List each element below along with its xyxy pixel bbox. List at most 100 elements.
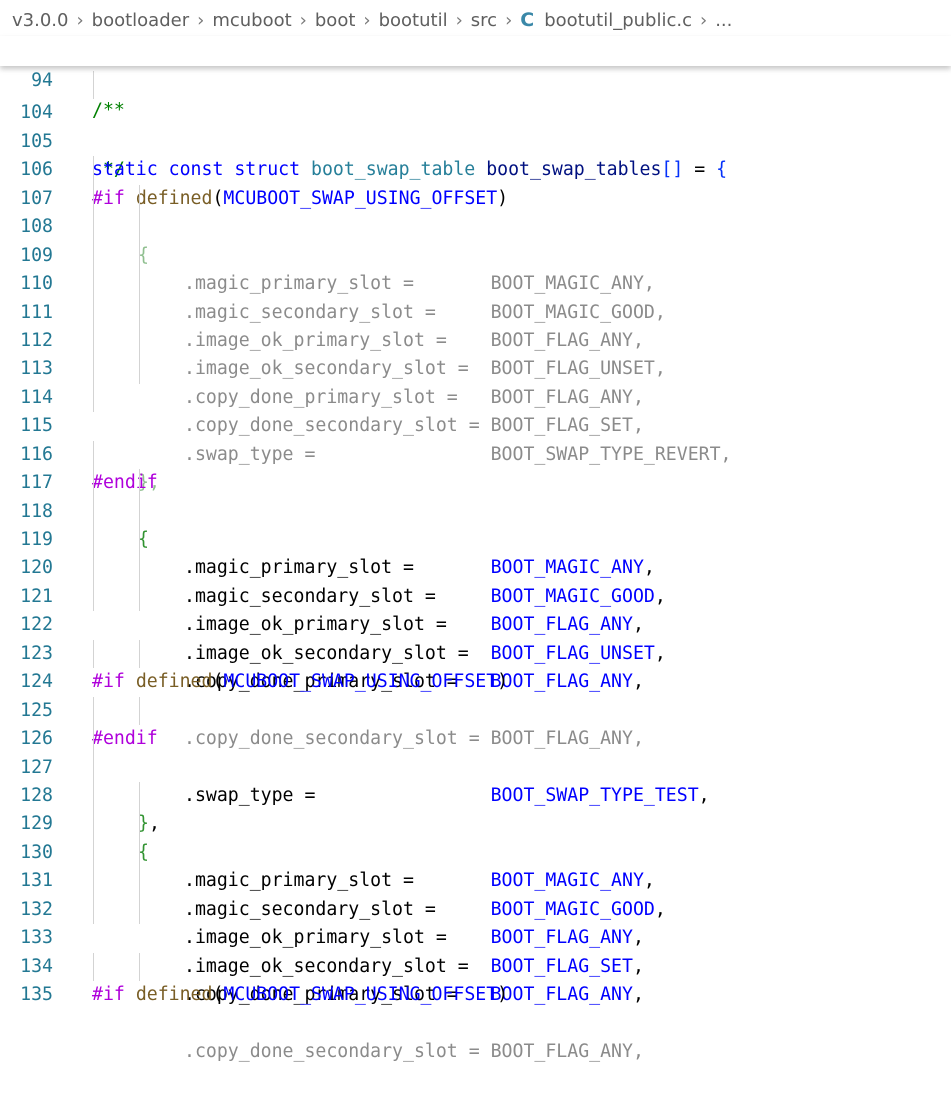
chevron-right-icon: › xyxy=(455,9,463,31)
inactive-code: .copy_done_secondary_slot = BOOT_FLAG_AN… xyxy=(184,1040,644,1062)
indent-guide xyxy=(139,184,140,214)
indent-guide xyxy=(93,838,94,868)
preprocessor: #if xyxy=(92,984,125,1006)
function: defined xyxy=(135,984,213,1006)
macro: BOOT_FLAG_ANY xyxy=(490,984,633,1006)
indent-guide xyxy=(139,867,140,896)
code-line: 126 .swap_type = BOOT_SWAP_TYPE_TEST, xyxy=(0,696,951,806)
indent-guide xyxy=(139,469,140,498)
indent-guide xyxy=(93,696,94,726)
indent-guide xyxy=(139,639,140,669)
code-line: 124 .copy_done_secondary_slot = BOOT_FLA… xyxy=(0,639,951,749)
code-line: 128 { xyxy=(0,753,951,863)
line-number: 94 xyxy=(31,70,53,91)
indent-guide xyxy=(139,554,140,583)
indent-guide xyxy=(93,469,94,498)
code-line: 111 .image_ok_secondary_slot = BOOT_FLAG… xyxy=(0,270,951,379)
indent-guide xyxy=(93,781,94,811)
code-line: 105 static const struct boot_swap_table … xyxy=(0,99,951,180)
code-line: 125 #endif xyxy=(0,668,951,749)
indent-guide xyxy=(139,298,140,327)
indent-guide xyxy=(93,895,94,925)
chevron-right-icon: › xyxy=(699,9,708,31)
indent-guide xyxy=(139,326,140,356)
indent-guide xyxy=(139,696,140,726)
code-line: 116 #endif xyxy=(0,412,951,493)
code-line: 106 #if defined(MCUBOOT_SWAP_USING_OFFSE… xyxy=(0,128,951,208)
code-line: 104 */ xyxy=(0,71,951,180)
indent-guide xyxy=(93,440,94,470)
indent-guide xyxy=(139,241,140,271)
breadcrumb-item-file[interactable]: bootutil_public.c xyxy=(544,10,692,31)
indent-guide xyxy=(139,838,140,868)
code-line: 133 .copy_done_primary_slot = BOOT_FLAG_… xyxy=(0,895,951,1005)
code-line: 120 .image_ok_primary_slot = BOOT_FLAG_A… xyxy=(0,526,951,635)
code-line: 119 .magic_secondary_slot = BOOT_MAGIC_G… xyxy=(0,497,951,607)
breadcrumb-item-boot[interactable]: boot xyxy=(315,10,356,31)
indent-guide xyxy=(93,639,94,669)
breadcrumb-item-bootloader[interactable]: bootloader xyxy=(92,10,189,31)
macro: MCUBOOT_SWAP_USING_OFFSET xyxy=(223,984,498,1006)
code-line: 112 .copy_done_primary_slot = BOOT_FLAG_… xyxy=(0,298,951,408)
breadcrumb-item-bootutil[interactable]: bootutil xyxy=(379,10,448,31)
indent-guide xyxy=(93,810,94,839)
comma: , xyxy=(632,984,644,1006)
code-line: 121 .image_ok_secondary_slot = BOOT_FLAG… xyxy=(0,554,951,664)
code-line: 131 .image_ok_primary_slot = BOOT_FLAG_A… xyxy=(0,838,951,948)
indent-guide xyxy=(93,582,94,612)
code-line: 127 }, xyxy=(0,725,951,834)
chevron-right-icon: › xyxy=(76,9,84,31)
breadcrumb-item-version[interactable]: v3.0.0 xyxy=(12,10,68,31)
breadcrumb-item-src[interactable]: src xyxy=(471,10,497,31)
indent-guide xyxy=(93,184,94,214)
code-line: 115 }, xyxy=(0,383,951,493)
code-line: 113 .copy_done_secondary_slot = BOOT_FLA… xyxy=(0,326,951,436)
indent-guide xyxy=(93,270,94,299)
indent-guide xyxy=(139,270,140,299)
indent-guide xyxy=(93,383,94,413)
code-line: 118 .magic_primary_slot = BOOT_MAGIC_ANY… xyxy=(0,469,951,578)
code-line: 109 .magic_secondary_slot = BOOT_MAGIC_G… xyxy=(0,213,951,323)
code-line: 117 { xyxy=(0,440,951,550)
indent-guide xyxy=(93,725,94,754)
chevron-right-icon: › xyxy=(299,9,307,31)
breadcrumb: v3.0.0 › bootloader › mcuboot › boot › b… xyxy=(0,0,951,40)
indent-guide xyxy=(139,355,140,384)
indent-guide xyxy=(93,241,94,271)
indent-guide xyxy=(93,156,94,185)
code-line: 114 .swap_type = BOOT_SWAP_TYPE_REVERT, xyxy=(0,355,951,465)
sticky-scroll-header[interactable]: 94 /** xyxy=(0,36,951,121)
breadcrumb-ellipsis[interactable]: ... xyxy=(715,10,732,31)
indent-guide xyxy=(93,355,94,384)
indent-guide xyxy=(139,497,140,526)
indent-guide xyxy=(139,781,140,811)
indent-guide xyxy=(139,810,140,839)
sticky-code-line: /** xyxy=(92,100,125,121)
chevron-right-icon: › xyxy=(363,9,371,31)
indent-guide xyxy=(93,554,94,583)
line-number: 135 xyxy=(20,984,53,1006)
code-line: 130 .magic_secondary_slot = BOOT_MAGIC_G… xyxy=(0,810,951,920)
code-line: 132 .image_ok_secondary_slot = BOOT_FLAG… xyxy=(0,867,951,977)
code-line: 110 .image_ok_primary_slot = BOOT_FLAG_A… xyxy=(0,241,951,351)
indent-guide xyxy=(139,582,140,612)
code-line: 129 .magic_primary_slot = BOOT_MAGIC_ANY… xyxy=(0,781,951,891)
indent-guide xyxy=(93,526,94,555)
breadcrumb-item-mcuboot[interactable]: mcuboot xyxy=(212,10,291,31)
chevron-right-icon: › xyxy=(197,9,205,31)
indent-guide xyxy=(93,298,94,327)
indent-guide xyxy=(93,213,94,242)
code-line: 135 .copy_done_secondary_slot = BOOT_FLA… xyxy=(0,952,951,1062)
indent-guide xyxy=(139,952,140,981)
indent-guide xyxy=(93,952,94,981)
code-line: 122 .copy_done_primary_slot = BOOT_FLAG_… xyxy=(0,582,951,692)
indent-guide xyxy=(93,326,94,356)
indent-guide xyxy=(139,895,140,925)
code-line: 107 { xyxy=(0,156,951,266)
chevron-right-icon: › xyxy=(505,9,513,31)
indent-guide xyxy=(93,497,94,526)
indent-guide xyxy=(139,213,140,242)
code-line: 108 .magic_primary_slot = BOOT_MAGIC_ANY… xyxy=(0,184,951,294)
code-line: 123 #if defined(MCUBOOT_SWAP_USING_OFFSE… xyxy=(0,611,951,692)
code-editor[interactable]: 104 */ 105 static const struct boot_swap… xyxy=(0,71,951,1062)
